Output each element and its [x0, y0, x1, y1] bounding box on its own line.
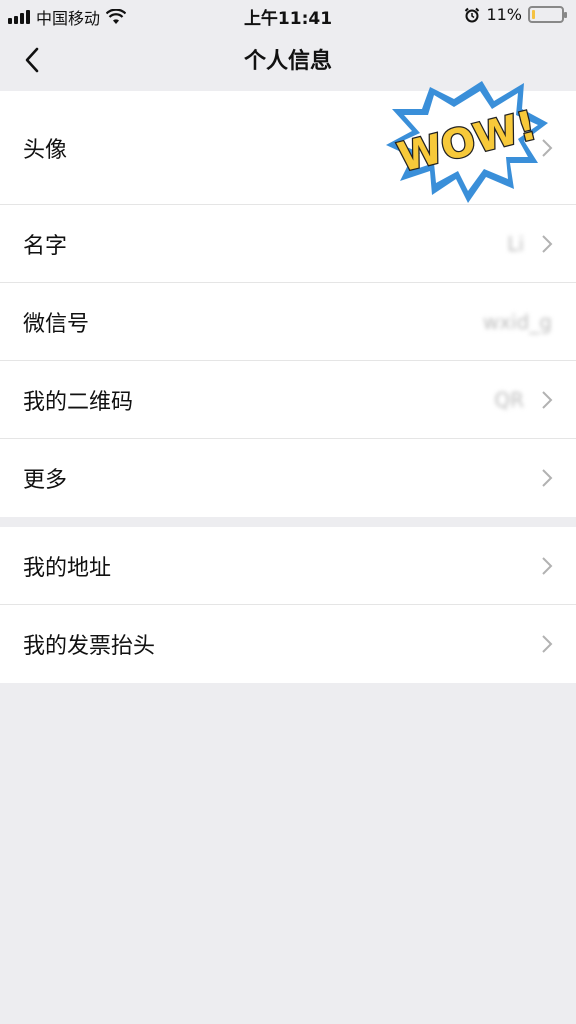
- row-label: 我的地址: [23, 555, 112, 581]
- avatar[interactable]: WOW!: [382, 79, 552, 209]
- battery-fill: [532, 10, 536, 19]
- row-label: 名字: [23, 233, 68, 259]
- chevron-right-icon: [542, 390, 553, 409]
- row-name[interactable]: 名字 Li: [0, 205, 576, 283]
- name-value: Li: [507, 231, 524, 256]
- address-group: 我的地址 我的发票抬头: [0, 527, 576, 683]
- battery-percent: 11%: [486, 5, 522, 24]
- row-avatar[interactable]: 头像 WOW!: [0, 81, 576, 205]
- profile-group: 头像 WOW! 名字 Li 微信号 wxid_g 我的二维码 QR 更多: [0, 81, 576, 517]
- chevron-right-icon: [542, 635, 553, 653]
- row-qr-code[interactable]: 我的二维码 QR: [0, 361, 576, 439]
- chevron-right-icon: [542, 556, 553, 575]
- page-title: 个人信息: [243, 49, 332, 74]
- battery-icon: [528, 6, 567, 23]
- row-label: 我的发票抬头: [23, 634, 156, 659]
- chevron-right-icon: [542, 469, 553, 487]
- row-label: 微信号: [23, 311, 90, 337]
- row-more[interactable]: 更多: [0, 439, 576, 517]
- row-label: 头像: [23, 137, 68, 163]
- qr-code-icon: QR: [494, 387, 524, 412]
- alarm-icon: [465, 7, 480, 22]
- chevron-right-icon: [542, 234, 553, 253]
- wechat-id-value: wxid_g: [482, 309, 552, 334]
- row-my-address[interactable]: 我的地址: [0, 527, 576, 605]
- chevron-right-icon: [542, 138, 553, 157]
- row-wechat-id[interactable]: 微信号 wxid_g: [0, 283, 576, 361]
- row-label: 更多: [23, 468, 68, 493]
- status-bar: 中国移动 上午11:41 11%: [0, 0, 576, 30]
- row-label: 我的二维码: [23, 389, 134, 415]
- row-invoice-title[interactable]: 我的发票抬头: [0, 605, 576, 683]
- status-right: 11%: [464, 5, 567, 24]
